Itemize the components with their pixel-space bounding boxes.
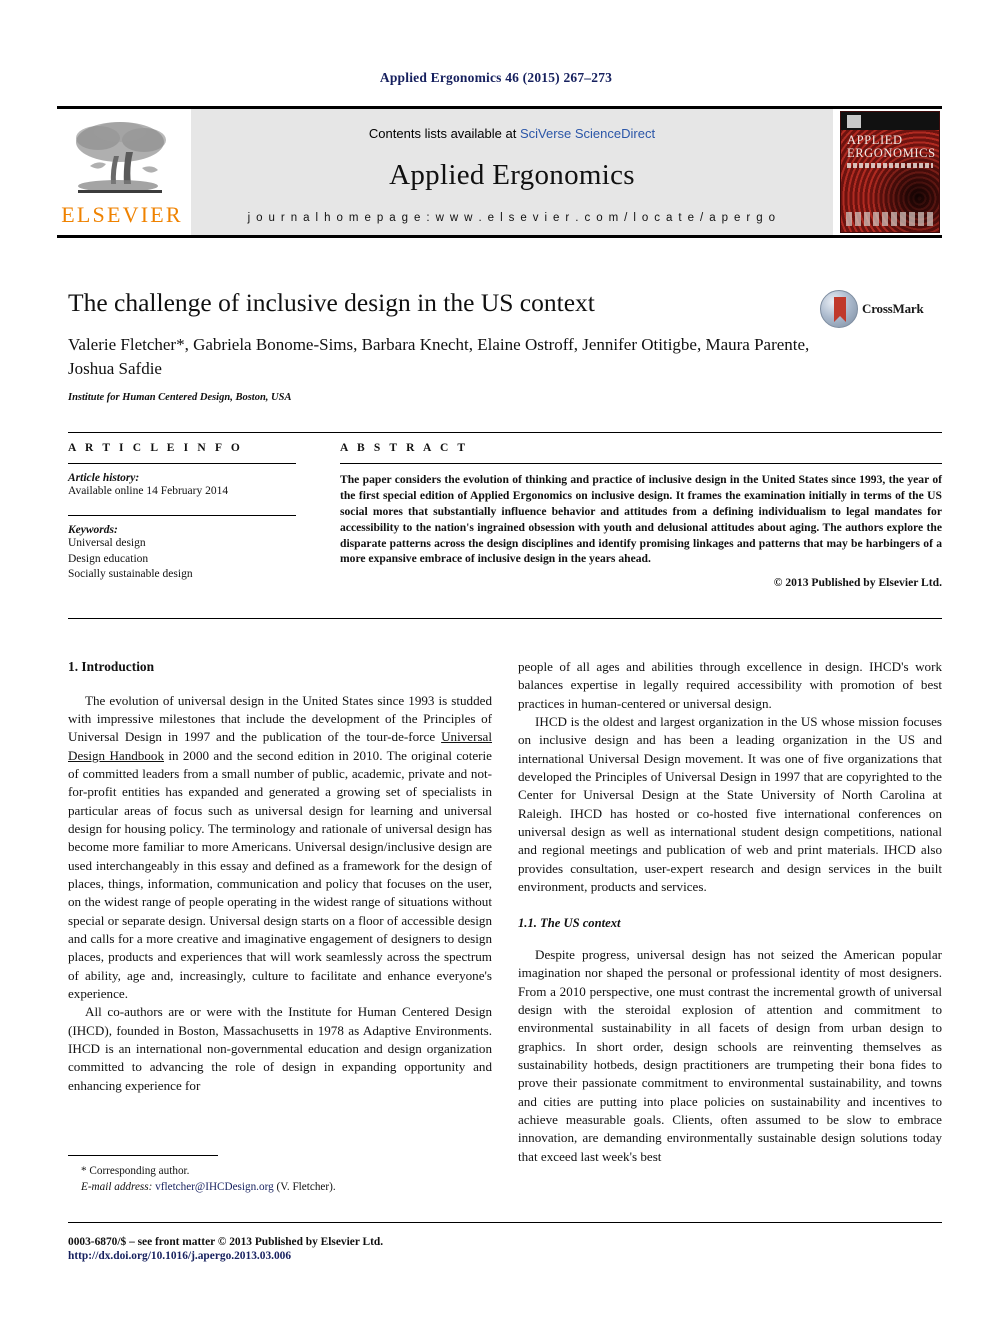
footnote-rule — [68, 1155, 218, 1156]
email-suffix: (V. Fletcher). — [273, 1180, 336, 1193]
paragraph: people of all ages and abilities through… — [518, 659, 942, 711]
article-history-value: Available online 14 February 2014 — [68, 485, 229, 497]
journal-article-page: Applied Ergonomics 46 (2015) 267–273 ELS… — [0, 0, 992, 1323]
page-footer: 0003-6870/$ – see front matter © 2013 Pu… — [68, 1222, 942, 1262]
body-column-left: 1. Introduction The evolution of univers… — [68, 658, 492, 1095]
cover-title-line1: APPLIED — [847, 133, 903, 147]
contents-list-line: Contents lists available at SciVerse Sci… — [191, 126, 833, 141]
footnote-block: * Corresponding author. E-mail address: … — [68, 1155, 492, 1195]
abstract-copyright: © 2013 Published by Elsevier Ltd. — [773, 576, 942, 590]
info-abstract-top-rule — [68, 432, 942, 433]
journal-homepage-line[interactable]: j o u r n a l h o m e p a g e : w w w . … — [191, 212, 833, 224]
keywords-rule — [68, 515, 296, 517]
journal-cover-thumbnail: APPLIED ERGONOMICS — [840, 111, 940, 233]
cover-topbar — [841, 112, 939, 130]
paragraph: IHCD is the oldest and largest organizat… — [518, 713, 942, 894]
cover-title: APPLIED ERGONOMICS — [847, 134, 935, 159]
journal-title: Applied Ergonomics — [389, 159, 635, 191]
masthead-bottom-rule — [57, 235, 942, 238]
abstract-rule — [340, 463, 942, 464]
info-abstract-bottom-rule — [68, 618, 942, 619]
abstract-column: A B S T R A C T The paper considers the … — [340, 442, 942, 589]
keywords-block: Keywords: Universal design Design educat… — [68, 524, 296, 582]
crossmark-icon — [820, 290, 858, 328]
cover-footer-bar — [846, 212, 934, 226]
keyword-item: Universal design — [68, 537, 146, 550]
paragraph: All co-authors are or were with the Inst… — [68, 1004, 492, 1093]
keyword-item: Design education — [68, 552, 149, 565]
crossmark-label: CrossMark — [862, 301, 924, 316]
email-note: E-mail address: vfletcher@IHCDesign.org … — [68, 1180, 492, 1196]
article-info-heading: A R T I C L E I N F O — [68, 442, 243, 454]
article-info-rule — [68, 463, 296, 464]
cover-title-line2: ERGONOMICS — [847, 145, 936, 160]
email-label: E-mail address: — [81, 1180, 153, 1193]
paragraph-part-a: The evolution of universal design in the… — [68, 692, 492, 745]
paragraph: Despite progress, universal design has n… — [518, 946, 942, 1164]
cover-elsevier-mark-icon — [847, 115, 861, 128]
journal-masthead: ELSEVIER Contents lists available at Sci… — [57, 106, 942, 238]
sciencedirect-link[interactable]: SciVerse ScienceDirect — [520, 126, 655, 141]
running-head: Applied Ergonomics 46 (2015) 267–273 — [379, 70, 613, 85]
page-title: The challenge of inclusive design in the… — [68, 288, 595, 317]
elsevier-tree-icon — [68, 116, 176, 202]
subsection-heading-us-context: 1.1. The US context — [518, 916, 621, 931]
crossmark-ribbon-icon — [834, 297, 846, 322]
article-info-column: A R T I C L E I N F O Article history: A… — [68, 442, 296, 583]
doi-link[interactable]: http://dx.doi.org/10.1016/j.apergo.2013.… — [68, 1250, 568, 1262]
elsevier-wordmark: ELSEVIER — [61, 202, 183, 227]
front-matter-line: 0003-6870/$ – see front matter © 2013 Pu… — [68, 1236, 384, 1248]
elsevier-logo: ELSEVIER — [57, 112, 187, 232]
abstract-heading: A B S T R A C T — [340, 442, 469, 454]
paragraph: The evolution of universal design in the… — [68, 692, 492, 1004]
keyword-item: Socially sustainable design — [68, 568, 193, 581]
body-column-right: people of all ages and abilities through… — [518, 658, 942, 1166]
crossmark-badge-group[interactable]: CrossMark — [820, 288, 938, 330]
affiliation: Institute for Human Centered Design, Bos… — [68, 391, 292, 403]
section-heading-introduction: 1. Introduction — [68, 659, 155, 674]
article-history-label: Article history: — [68, 472, 140, 484]
footer-rule — [68, 1222, 942, 1223]
contents-prefix: Contents lists available at — [368, 126, 520, 141]
corresponding-author-note: * Corresponding author. — [81, 1165, 190, 1177]
author-list: Valerie Fletcher*, Gabriela Bonome-Sims,… — [68, 334, 810, 378]
title-block: The challenge of inclusive design in the… — [68, 288, 818, 403]
paragraph-part-b: in 2000 and the second edition in 2010. … — [68, 747, 492, 1002]
email-link[interactable]: vfletcher@IHCDesign.org — [155, 1181, 274, 1193]
masthead-center-panel: Contents lists available at SciVerse Sci… — [191, 109, 833, 235]
abstract-text: The paper considers the evolution of thi… — [340, 473, 942, 566]
cover-subtitle-bar — [847, 163, 933, 168]
keywords-label: Keywords: — [68, 524, 118, 537]
